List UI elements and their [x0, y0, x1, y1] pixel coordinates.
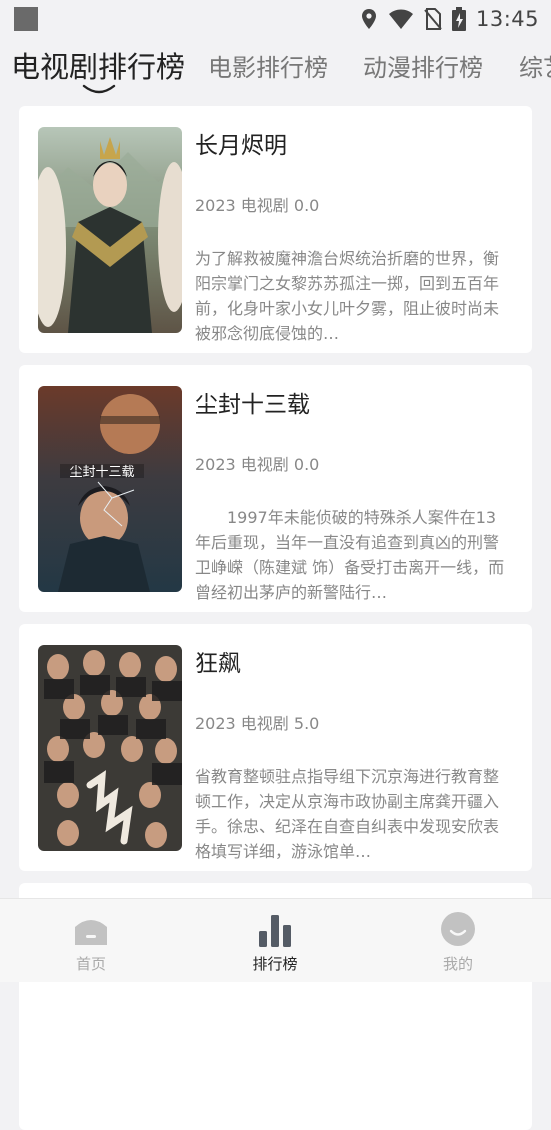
status-bar: 13:45	[0, 0, 551, 38]
item-title: 长月烬明	[195, 133, 287, 159]
nav-home-label: 首页	[75, 955, 106, 973]
list-item[interactable]: 尘封十三载 尘封十三载 2023 电视剧 0.0 1997年未能侦破的特殊杀人案…	[19, 365, 532, 612]
item-title: 狂飙	[195, 651, 241, 677]
poster-image	[38, 645, 182, 851]
profile-icon	[441, 912, 475, 946]
status-icons: 13:45	[360, 4, 539, 34]
home-icon	[75, 920, 107, 945]
battery-icon	[451, 7, 466, 31]
list-item[interactable]: 长月烬明 2023 电视剧 0.0 为了解救被魔神澹台烬统治折磨的世界，衡阳宗掌…	[19, 106, 532, 353]
item-meta: 2023 电视剧 0.0	[195, 196, 320, 215]
tab-tv-ranking[interactable]: 电视剧排行榜	[11, 44, 185, 86]
poster-image	[38, 127, 182, 333]
clock-time: 13:45	[475, 7, 539, 31]
item-title: 尘封十三载	[195, 392, 310, 418]
tab-variety-ranking[interactable]: 综艺	[519, 48, 551, 83]
nav-profile[interactable]: 我的	[408, 911, 508, 974]
nav-ranking[interactable]: 排行榜	[225, 911, 325, 974]
nav-home[interactable]: 首页	[41, 911, 141, 974]
list-item[interactable]: 狂飙 2023 电视剧 5.0 省教育整顿驻点指导组下沉京海进行教育整顿工作，决…	[19, 624, 532, 871]
item-description: 为了解救被魔神澹台烬统治折磨的世界，衡阳宗掌门之女黎苏苏孤注一掷，回到五百年前，…	[195, 249, 500, 343]
poster-image: 尘封十三载	[38, 386, 182, 592]
no-sim-icon	[424, 8, 442, 30]
active-tab-indicator	[82, 84, 116, 94]
wifi-icon	[388, 9, 413, 29]
location-icon	[361, 9, 376, 29]
item-description: 1997年未能侦破的特殊杀人案件在13年后重现，当年一直没有追查到真凶的刑警卫峥…	[195, 508, 505, 602]
nav-ranking-label: 排行榜	[252, 955, 298, 973]
bottom-navigation: 首页 排行榜 我的	[0, 898, 551, 982]
notification-icon	[14, 7, 38, 31]
nav-profile-label: 我的	[442, 955, 473, 973]
item-description: 省教育整顿驻点指导组下沉京海进行教育整顿工作，决定从京海市政协副主席龚开疆入手。…	[195, 767, 500, 861]
tab-anime-ranking[interactable]: 动漫排行榜	[363, 48, 483, 83]
item-meta: 2023 电视剧 0.0	[195, 455, 320, 474]
ranking-icon	[259, 915, 291, 947]
svg-text:尘封十三载: 尘封十三载	[69, 465, 134, 480]
tab-movie-ranking[interactable]: 电影排行榜	[208, 48, 328, 83]
ranking-tabs: 电视剧排行榜 电影排行榜 动漫排行榜 综艺	[0, 40, 551, 98]
item-meta: 2023 电视剧 5.0	[195, 714, 320, 733]
